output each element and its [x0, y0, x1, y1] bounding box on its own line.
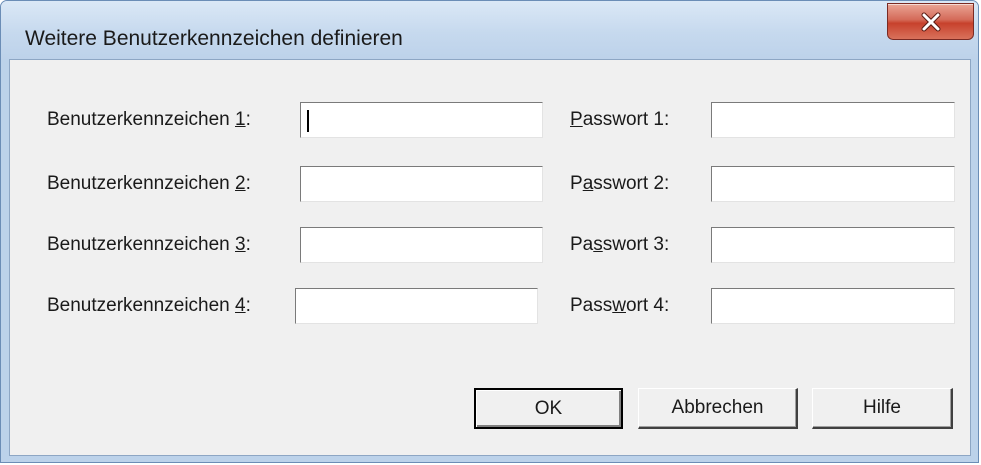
password-input-3[interactable]: [711, 227, 955, 263]
dialog-title: Weitere Benutzerkennzeichen definieren: [25, 27, 403, 50]
password-label-1: Passwort 1:: [570, 109, 670, 130]
user-input-3[interactable]: [300, 227, 543, 263]
user-input-4[interactable]: [295, 288, 538, 324]
user-label-1: Benutzerkennzeichen 1:: [47, 109, 251, 130]
password-label-4: Passwort 4:: [570, 295, 670, 316]
password-input-2[interactable]: [711, 166, 955, 202]
user-label-3: Benutzerkennzeichen 3:: [47, 234, 251, 255]
password-input-4[interactable]: [711, 288, 955, 324]
password-label-3: Passwort 3:: [570, 234, 670, 255]
password-label-2: Passwort 2:: [570, 173, 670, 194]
help-button[interactable]: Hilfe: [812, 388, 953, 429]
cancel-button[interactable]: Abbrechen: [638, 388, 798, 429]
close-icon: [921, 12, 941, 32]
password-input-1[interactable]: [711, 102, 955, 138]
user-input-1[interactable]: [300, 102, 543, 138]
user-label-4: Benutzerkennzeichen 4:: [47, 295, 251, 316]
title-bar[interactable]: Weitere Benutzerkennzeichen definieren: [1, 1, 978, 59]
ok-button[interactable]: OK: [474, 388, 623, 429]
dialog-window: Weitere Benutzerkennzeichen definieren B…: [0, 0, 979, 463]
user-input-2[interactable]: [300, 166, 543, 202]
user-label-2: Benutzerkennzeichen 2:: [47, 173, 251, 194]
close-button[interactable]: [887, 3, 974, 40]
dialog-body: Benutzerkennzeichen 1: Passwort 1: Benut…: [9, 59, 971, 456]
text-cursor: [307, 110, 309, 132]
